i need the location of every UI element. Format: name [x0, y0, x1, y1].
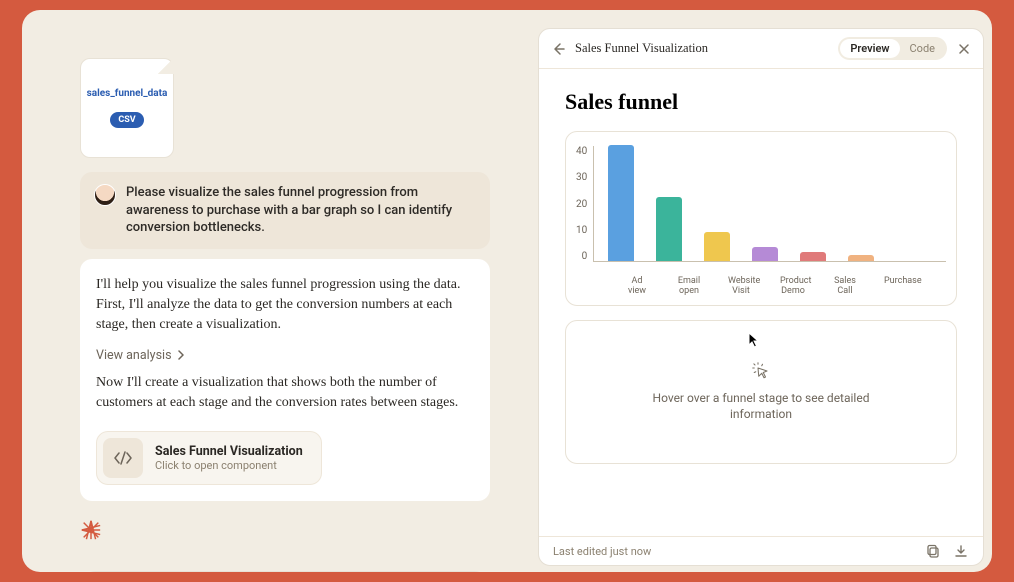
- cursor-click-icon: [752, 362, 770, 380]
- component-title: Sales Funnel Visualization: [155, 444, 303, 459]
- copy-button[interactable]: [925, 543, 941, 559]
- view-analysis-link[interactable]: View analysis: [96, 348, 185, 363]
- x-tick: Purchase: [884, 276, 910, 297]
- y-tick: 10: [576, 225, 587, 236]
- x-tick: Sales Call: [832, 276, 858, 297]
- bar[interactable]: [608, 145, 634, 261]
- back-arrow-icon[interactable]: [551, 42, 565, 56]
- toggle-code[interactable]: Code: [900, 39, 945, 58]
- y-axis: 40 30 20 10 0: [576, 146, 593, 262]
- download-icon: [954, 544, 968, 558]
- y-tick: 0: [576, 251, 587, 262]
- x-tick: Ad view: [624, 276, 650, 297]
- x-tick: Email open: [676, 276, 702, 297]
- bar[interactable]: [752, 247, 778, 262]
- reply-input[interactable]: Reply to Claude... Claude 3.5 Sonnet: [80, 571, 490, 572]
- last-edited-text: Last edited just now: [553, 545, 651, 558]
- file-type-badge: CSV: [110, 112, 143, 128]
- hover-hint-text: Hover over a funnel stage to see detaile…: [651, 390, 871, 422]
- file-attachment-card[interactable]: sales_funnel_data CSV: [80, 58, 174, 158]
- x-tick: Website Visit: [728, 276, 754, 297]
- component-card[interactable]: Sales Funnel Visualization Click to open…: [96, 431, 322, 485]
- assistant-paragraph: I'll help you visualize the sales funnel…: [96, 275, 474, 336]
- y-tick: 40: [576, 146, 587, 157]
- x-tick: Product Demo: [780, 276, 806, 297]
- assistant-response: I'll help you visualize the sales funnel…: [80, 259, 490, 501]
- download-button[interactable]: [953, 543, 969, 559]
- user-message-text: Please visualize the sales funnel progre…: [126, 184, 474, 237]
- view-analysis-label: View analysis: [96, 348, 172, 363]
- assistant-paragraph: Now I'll create a visualization that sho…: [96, 373, 474, 414]
- hover-hint-card: Hover over a funnel stage to see detaile…: [565, 320, 957, 464]
- bar[interactable]: [848, 255, 874, 261]
- y-tick: 30: [576, 172, 587, 183]
- bar[interactable]: [656, 197, 682, 261]
- avatar: [94, 184, 116, 206]
- file-name: sales_funnel_data: [77, 88, 178, 100]
- chart-title: Sales funnel: [565, 89, 957, 115]
- user-message: Please visualize the sales funnel progre…: [80, 172, 490, 249]
- chart-card: 40 30 20 10 0 Ad view Email open Website Visit…: [565, 131, 957, 306]
- component-subtitle: Click to open component: [155, 459, 303, 472]
- y-tick: 20: [576, 199, 587, 210]
- chevron-right-icon: [178, 350, 185, 360]
- x-axis: Ad view Email open Website Visit Product De…: [576, 276, 946, 297]
- bar[interactable]: [800, 252, 826, 261]
- code-icon: [103, 438, 143, 478]
- bar-plot[interactable]: [593, 146, 946, 262]
- view-toggle: Preview Code: [838, 37, 947, 60]
- close-button[interactable]: [957, 42, 971, 56]
- bar[interactable]: [704, 232, 730, 261]
- starburst-icon: [80, 519, 102, 541]
- artifact-title: Sales Funnel Visualization: [575, 41, 708, 56]
- close-icon: [958, 43, 970, 55]
- copy-icon: [926, 544, 940, 558]
- toggle-preview[interactable]: Preview: [840, 39, 899, 58]
- artifact-panel: Sales Funnel Visualization Preview Code …: [538, 28, 984, 566]
